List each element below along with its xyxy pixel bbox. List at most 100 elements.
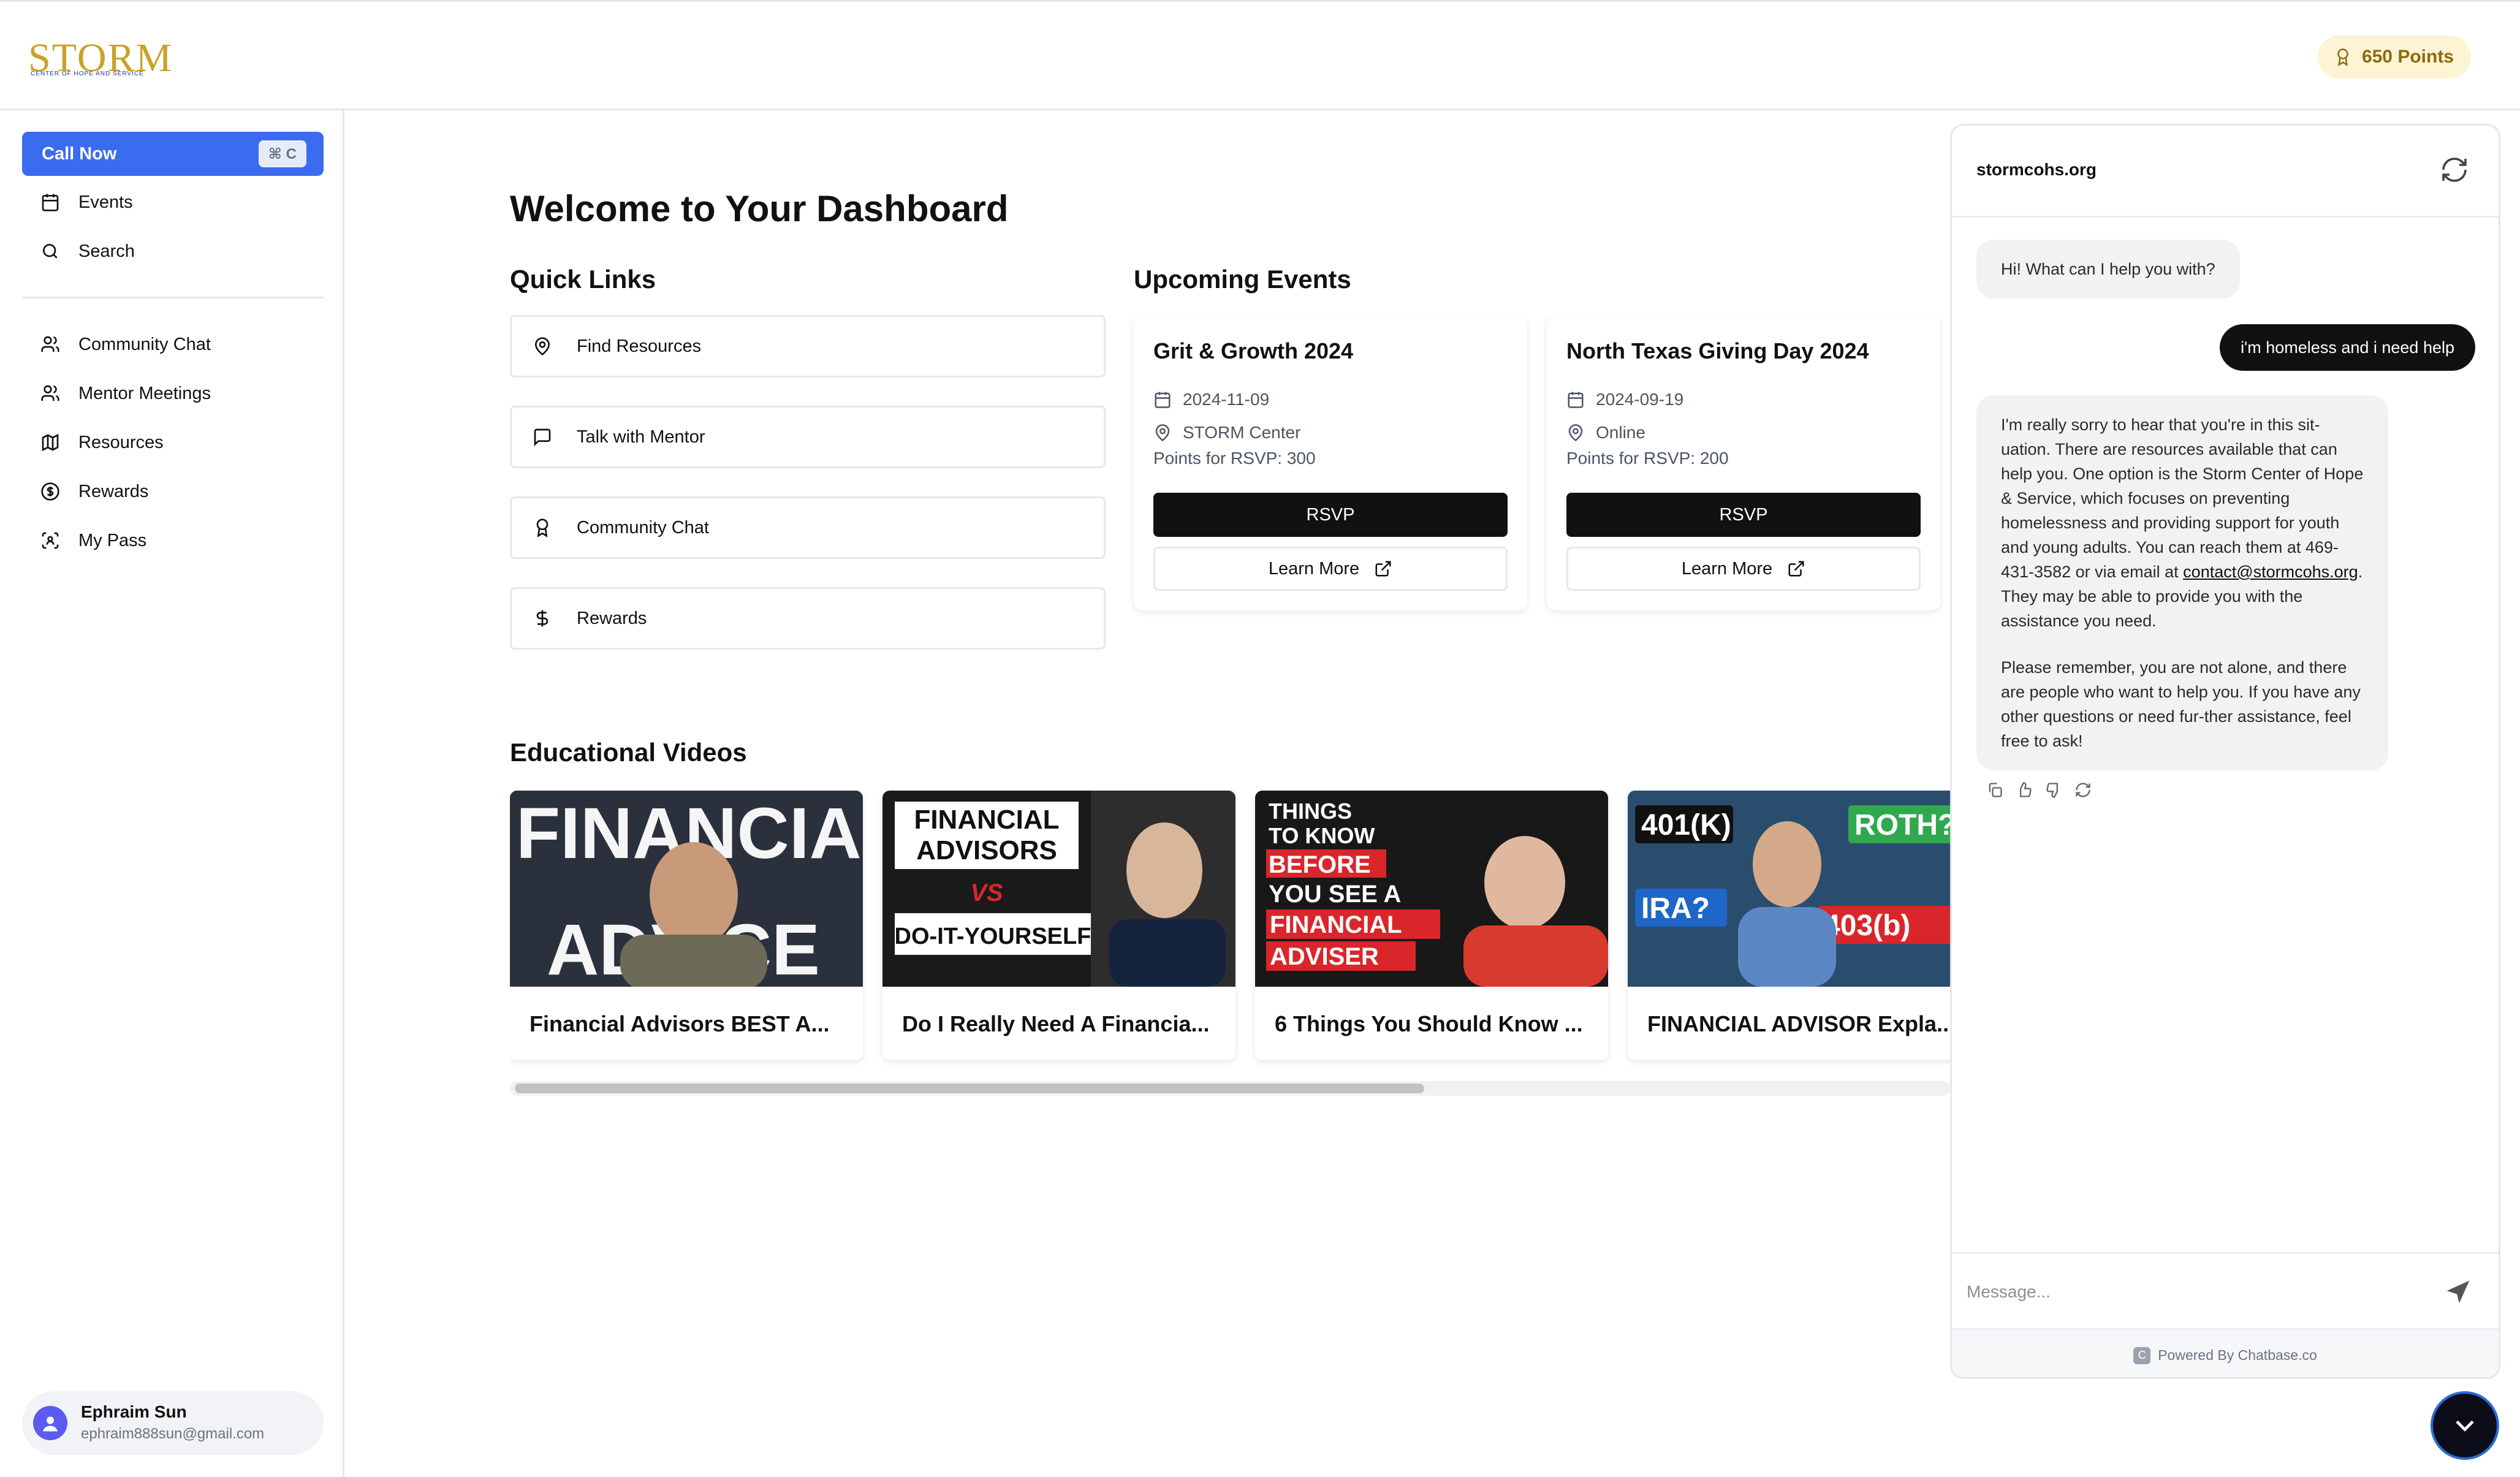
video-title: FINANCIAL ADVISOR Expla... [1647, 1011, 1950, 1036]
learn-more-label: Learn More [1268, 558, 1360, 579]
user-profile-card[interactable]: Ephraim Sun ephraim888sun@gmail.com [22, 1391, 324, 1455]
thumb-text: ADVISER [1270, 943, 1379, 970]
points-label: 650 Points [2361, 47, 2454, 67]
learn-more-label: Learn More [1681, 558, 1773, 579]
event-date: 2024-11-09 [1153, 390, 1269, 409]
thumbs-down-icon[interactable] [2045, 781, 2062, 799]
sidebar-item-events[interactable]: Events [22, 183, 324, 222]
video-card[interactable]: 401(K) ROTH? IRA? 403(b) FINANCIAL ADVIS… [1628, 791, 1950, 1060]
chat-message-input[interactable] [1967, 1272, 2432, 1312]
event-card: North Texas Giving Day 2024 2024-09-19 O… [1547, 316, 1940, 610]
quick-link-label: Community Chat [577, 517, 709, 537]
video-thumbnail: THINGS TO KNOW BEFORE YOU SEE A FINANCIA… [1255, 791, 1608, 987]
sidebar-item-label: My Pass [78, 530, 147, 550]
thumb-text: 403(b) [1824, 909, 1910, 942]
sidebar-item-label: Resources [78, 432, 164, 452]
event-title: North Texas Giving Day 2024 [1566, 338, 1869, 363]
sidebar-item-rewards[interactable]: Rewards [22, 472, 324, 511]
event-title: Grit & Growth 2024 [1153, 338, 1354, 363]
sidebar-item-label: Search [78, 241, 135, 261]
video-card[interactable]: THINGS TO KNOW BEFORE YOU SEE A FINANCIA… [1255, 791, 1608, 1060]
map-pin-icon [534, 337, 550, 356]
rsvp-button[interactable]: RSVP [1153, 493, 1508, 537]
thumb-text: THINGS [1269, 799, 1352, 824]
video-title: 6 Things You Should Know ... [1275, 1011, 1583, 1036]
chat-toggle-button[interactable] [2431, 1391, 2499, 1460]
email-link[interactable]: contact@stormcohs.org [2183, 563, 2358, 581]
chevron-down-icon [2456, 1420, 2474, 1432]
sidebar: Call Now ⌘ C Events Search Community Cha… [0, 110, 344, 1477]
powered-by-footer[interactable]: C Powered By Chatbase.co [1952, 1328, 2499, 1377]
quick-link-talk-with-mentor[interactable]: Talk with Mentor [510, 406, 1106, 468]
video-thumbnail: 401(K) ROTH? IRA? 403(b) [1628, 791, 1950, 987]
quick-link-rewards[interactable]: Rewards [510, 587, 1106, 650]
sidebar-item-search[interactable]: Search [22, 232, 324, 271]
user-message: i'm homeless and i need help [2220, 324, 2475, 371]
send-icon[interactable] [2445, 1278, 2472, 1305]
scan-icon [42, 532, 59, 549]
map-pin-icon [1155, 424, 1170, 442]
quick-link-community-chat[interactable]: Community Chat [510, 496, 1106, 559]
regenerate-icon[interactable] [2074, 781, 2092, 799]
logo-tagline: CENTER OF HOPE AND SERVICE [31, 70, 144, 77]
upcoming-events-heading: Upcoming Events [1134, 265, 1351, 294]
award-icon [536, 518, 548, 537]
sidebar-item-label: Mentor Meetings [78, 383, 211, 403]
chat-site-name: stormcohs.org [1976, 160, 2097, 179]
external-link-icon [1375, 561, 1391, 577]
thumbs-up-icon[interactable] [2016, 781, 2033, 799]
sidebar-item-label: Events [78, 192, 133, 212]
event-date: 2024-09-19 [1566, 390, 1683, 409]
event-location-text: Online [1596, 423, 1645, 442]
call-now-button[interactable]: Call Now ⌘ C [22, 132, 324, 176]
dollar-circle-icon [41, 482, 59, 501]
sidebar-item-my-pass[interactable]: My Pass [22, 521, 324, 560]
sidebar-item-resources[interactable]: Resources [22, 423, 324, 462]
refresh-icon[interactable] [2440, 155, 2469, 184]
learn-more-button[interactable]: Learn More [1566, 547, 1921, 591]
sidebar-item-community-chat[interactable]: Community Chat [22, 325, 324, 364]
bot-message: I'm really sorry to hear that you're in … [1976, 395, 2388, 770]
powered-by-text: Powered By Chatbase.co [2158, 1347, 2317, 1363]
user-icon [43, 1416, 58, 1432]
event-date-text: 2024-09-19 [1596, 390, 1684, 409]
event-points: Points for RSVP: 300 [1153, 449, 1316, 468]
copy-icon[interactable] [1986, 781, 2003, 799]
video-card[interactable]: FINANCIAL ADVICE Financial Advisors BEST… [510, 791, 863, 1060]
carousel-scrollbar[interactable] [510, 1081, 1950, 1096]
thumb-text: IRA? [1641, 892, 1710, 925]
video-thumbnail: FINANCIAL ADVISORS VS DO-IT-YOURSELF [882, 791, 1235, 987]
avatar [33, 1406, 67, 1440]
event-location-text: STORM Center [1183, 423, 1301, 442]
user-name: Ephraim Sun [81, 1402, 187, 1421]
message-square-icon [534, 428, 551, 447]
bot-reply-text: I'm really sorry to hear that you're in … [2001, 416, 2364, 581]
video-title: Financial Advisors BEST A... [529, 1011, 830, 1036]
video-carousel[interactable]: FINANCIAL ADVICE Financial Advisors BEST… [510, 791, 1950, 1073]
sidebar-item-mentor-meetings[interactable]: Mentor Meetings [22, 374, 324, 413]
video-card[interactable]: FINANCIAL ADVISORS VS DO-IT-YOURSELF Do … [882, 791, 1235, 1060]
sidebar-item-label: Rewards [78, 481, 149, 501]
chat-input-row [1952, 1252, 2499, 1328]
page-title: Welcome to Your Dashboard [510, 188, 1009, 229]
calendar-icon [42, 194, 59, 211]
chat-widget: stormcohs.org Hi! What can I help you wi… [1950, 124, 2500, 1379]
rsvp-button[interactable]: RSVP [1566, 493, 1921, 537]
message-actions [1986, 781, 2092, 799]
thumb-text: ADVISORS [916, 835, 1057, 865]
scrollbar-thumb[interactable] [515, 1084, 1424, 1093]
quick-link-find-resources[interactable]: Find Resources [510, 315, 1106, 378]
points-badge[interactable]: 650 Points [2317, 36, 2471, 78]
learn-more-button[interactable]: Learn More [1153, 547, 1508, 591]
award-icon [2337, 48, 2348, 66]
calendar-icon [1568, 392, 1584, 408]
dollar-icon [536, 610, 548, 627]
event-location: Online [1566, 423, 1645, 442]
thumb-text: TO KNOW [1269, 823, 1375, 848]
storm-logo[interactable]: STORM CENTER OF HOPE AND SERVICE [28, 24, 212, 85]
thumb-text: BEFORE [1269, 851, 1371, 878]
video-title: Do I Really Need A Financia... [902, 1011, 1210, 1036]
quick-link-label: Talk with Mentor [577, 427, 705, 447]
event-points: Points for RSVP: 200 [1566, 449, 1729, 468]
external-link-icon [1788, 561, 1804, 577]
